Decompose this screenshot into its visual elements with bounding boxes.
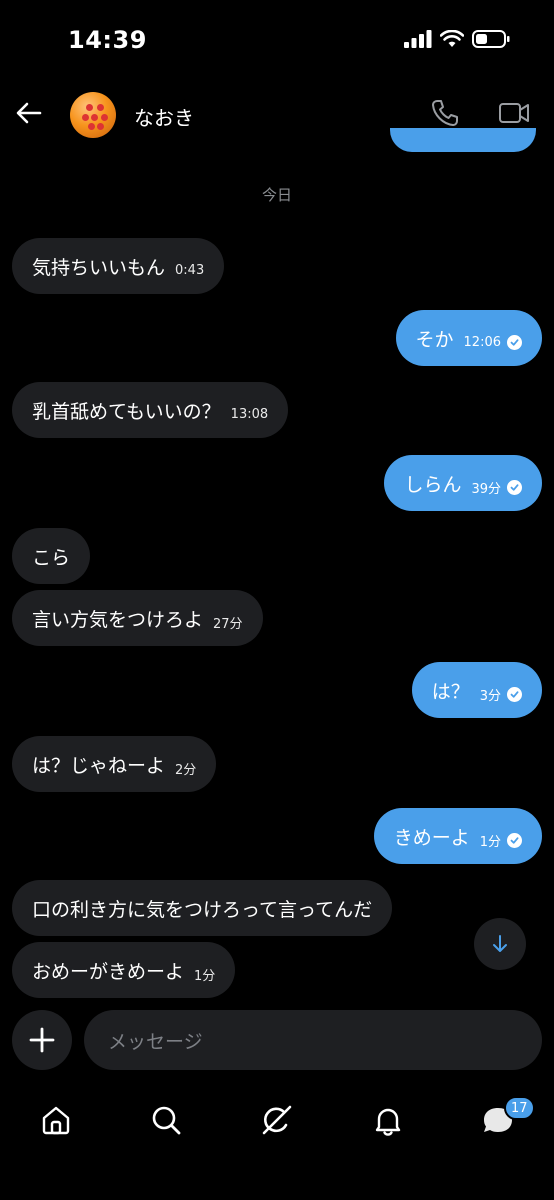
tab-notifications[interactable] [368, 1100, 408, 1140]
message-time: 3分 [479, 688, 501, 704]
signal-icon [404, 30, 432, 48]
video-camera-icon [499, 103, 529, 123]
status-bar: 14:39 [0, 0, 554, 80]
battery-icon [472, 30, 510, 48]
message-time: 2分 [175, 762, 197, 778]
message-incoming[interactable]: 口の利き方に気をつけろって言ってんだ [12, 880, 393, 936]
read-check-icon [507, 479, 522, 495]
search-icon [152, 1106, 181, 1135]
message-text: そか [415, 328, 454, 351]
read-check-icon [507, 686, 522, 702]
back-arrow-icon [16, 102, 42, 124]
message-text: きめーよ [393, 826, 470, 849]
home-icon [42, 1106, 70, 1135]
read-check-icon [507, 832, 522, 848]
message-incoming[interactable]: 気持ちいいもん 0:43 [12, 238, 225, 294]
message-incoming[interactable]: こら [12, 528, 91, 584]
message-outgoing[interactable]: は？ 3分 [411, 662, 542, 718]
message-text: こら [32, 546, 71, 569]
message-outgoing[interactable]: きめーよ 1分 [373, 808, 542, 864]
message-text: 乳首舐めてもいいの？ [32, 400, 221, 423]
wifi-icon [440, 30, 464, 47]
status-icons [404, 30, 510, 48]
message-incoming[interactable]: は？じゃねーよ 2分 [12, 736, 217, 792]
add-attachment-button[interactable] [12, 1010, 72, 1070]
messages-unread-badge: 17 [504, 1096, 535, 1120]
message-incoming[interactable]: おめーがきめーよ 1分 [12, 942, 236, 998]
scroll-to-bottom-button[interactable] [474, 918, 526, 970]
message-text: 言い方気をつけろよ [32, 608, 204, 631]
contact-name[interactable]: なおき [134, 102, 194, 131]
message-outgoing[interactable]: しらん 39分 [384, 455, 542, 511]
video-call-button[interactable] [498, 98, 530, 132]
back-button[interactable] [14, 98, 44, 128]
message-incoming[interactable]: 乳首舐めてもいいの？ 13:08 [12, 382, 289, 438]
message-incoming[interactable]: 言い方気をつけろよ 27分 [12, 590, 263, 646]
arrow-down-icon [493, 935, 507, 952]
message-outgoing[interactable]: そか 12:06 [395, 310, 542, 366]
message-time: 39分 [471, 481, 501, 497]
message-text: しらん [404, 473, 462, 496]
message-text: 気持ちいいもん [32, 256, 166, 279]
message-time: 0:43 [175, 262, 205, 278]
message-text: は？ [431, 680, 470, 703]
grok-icon [262, 1105, 292, 1135]
call-button[interactable] [430, 98, 460, 132]
message-time: 27分 [213, 616, 243, 632]
message-time: 13:08 [230, 406, 269, 422]
tab-grok[interactable] [257, 1100, 297, 1140]
message-time: 12:06 [463, 334, 501, 350]
plus-icon [29, 1027, 55, 1053]
tab-search[interactable] [146, 1100, 186, 1140]
tab-home[interactable] [36, 1100, 76, 1140]
message-text: は？じゃねーよ [32, 754, 166, 777]
phone-icon [432, 100, 458, 126]
message-time: 1分 [479, 834, 501, 850]
message-text: 口の利き方に気をつけろって言ってんだ [32, 898, 373, 921]
avatar[interactable] [70, 92, 116, 138]
bell-icon [375, 1108, 401, 1136]
message-time: 1分 [194, 968, 216, 984]
bottom-tab-bar [0, 1090, 554, 1150]
status-time: 14:39 [68, 26, 147, 54]
message-text: おめーがきめーよ [32, 960, 185, 983]
previous-message-bubble [390, 128, 536, 152]
message-input[interactable]: メッセージ [84, 1010, 542, 1070]
read-check-icon [507, 334, 522, 350]
date-divider: 今日 [261, 186, 292, 204]
